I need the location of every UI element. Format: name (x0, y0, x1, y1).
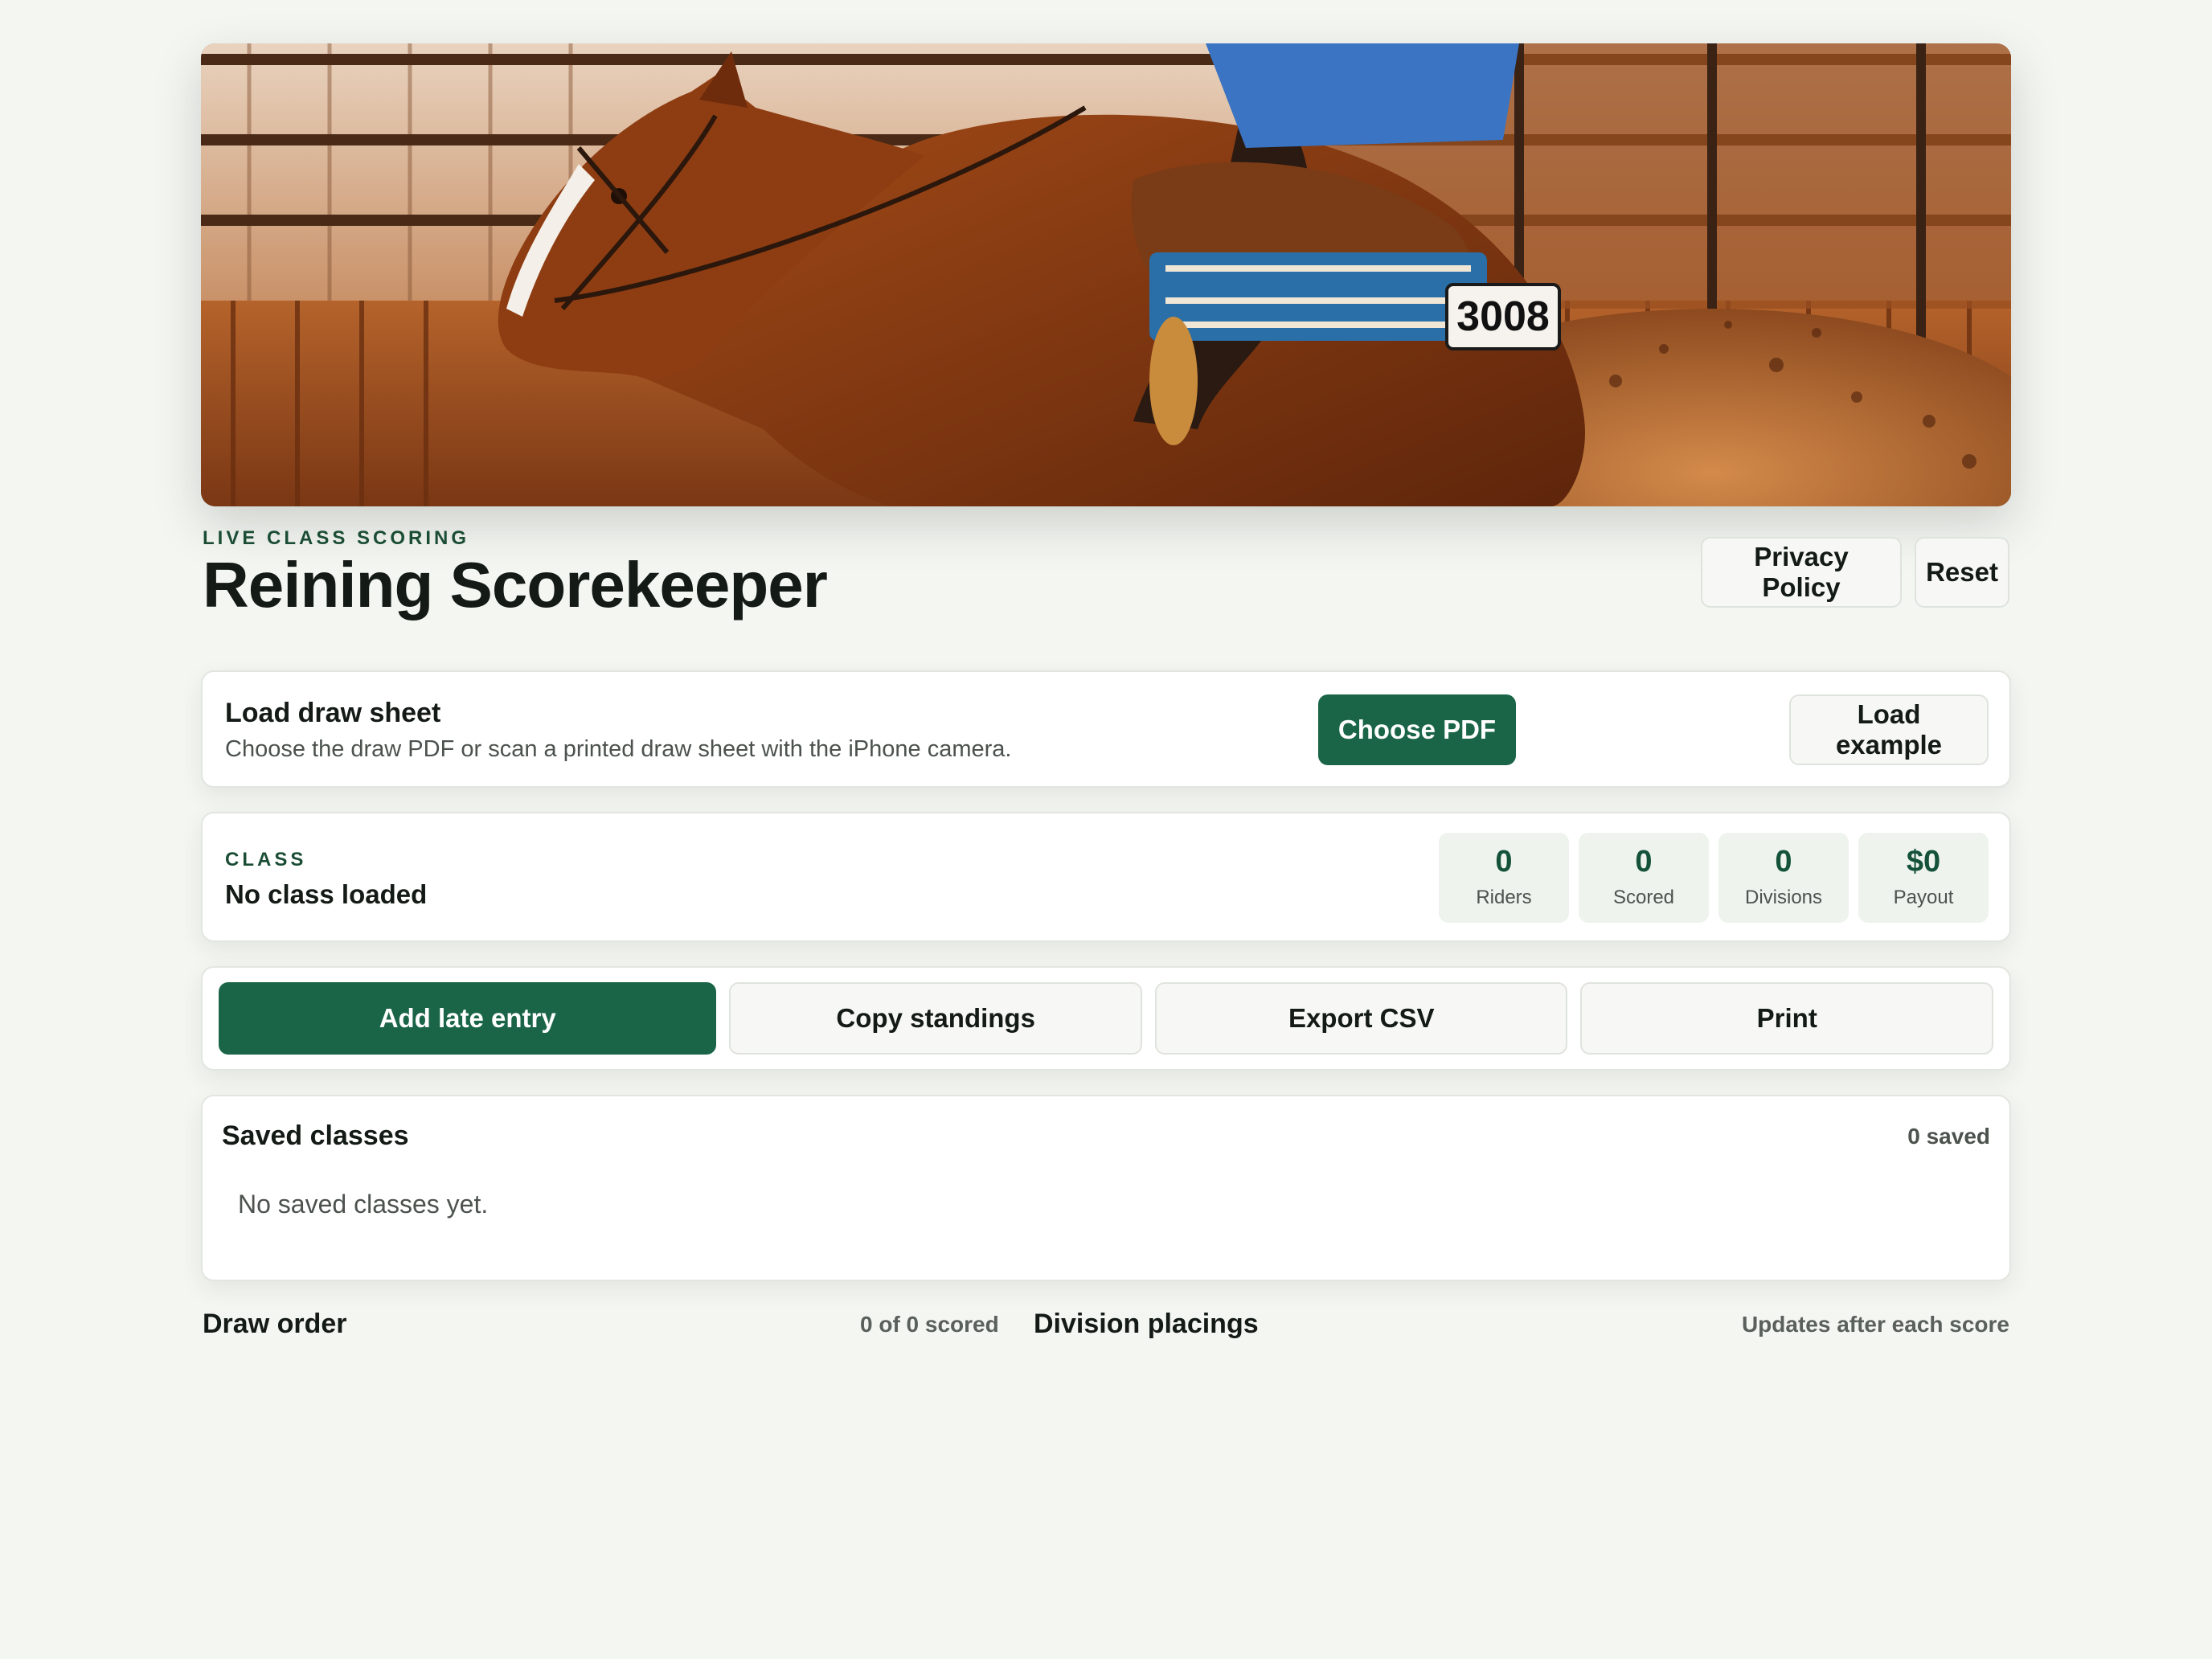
privacy-policy-button[interactable]: Privacy Policy (1701, 537, 1902, 608)
class-name: No class loaded (225, 879, 428, 909)
stat-scored: 0 Scored (1579, 833, 1709, 923)
load-draw-sheet-card: Load draw sheet Choose the draw PDF or s… (201, 670, 2011, 788)
header-actions: Privacy Policy Reset (1701, 537, 2009, 608)
stat-value: 0 (1775, 845, 1792, 879)
export-csv-button[interactable]: Export CSV (1154, 982, 1568, 1055)
page-title: Reining Scorekeeper (203, 549, 828, 621)
print-button[interactable]: Print (1580, 982, 1994, 1055)
add-late-entry-button[interactable]: Add late entry (219, 982, 717, 1055)
division-placings-meta: Updates after each score (1741, 1312, 2009, 1337)
load-title: Load draw sheet (225, 698, 441, 728)
results-headers: Draw order 0 of 0 scored Division placin… (201, 1305, 2011, 1370)
load-description: Choose the draw PDF or scan a printed dr… (225, 736, 1012, 762)
stat-label: Payout (1893, 887, 1954, 908)
saved-classes-card: Saved classes 0 saved No saved classes y… (201, 1095, 2011, 1281)
header-eyebrow: LIVE CLASS SCORING (203, 527, 470, 549)
app-container: 3008 LIVE CLASS SCORING Reining Scorekee… (201, 43, 2011, 1370)
hero-illustration: 3008 (201, 43, 2011, 506)
stat-label: Divisions (1744, 887, 1823, 908)
draw-order-title: Draw order (203, 1309, 347, 1339)
division-placings-title: Division placings (1034, 1309, 1259, 1339)
reset-button[interactable]: Reset (1915, 537, 2009, 608)
saved-classes-empty-message: No saved classes yet. (238, 1190, 489, 1219)
class-stats: 0 Riders 0 Scored 0 Divisions $0 Payout (1439, 833, 1989, 923)
stat-value: 0 (1495, 845, 1513, 879)
stat-payout: $0 Payout (1858, 833, 1989, 923)
saddle-pad-number: 3008 (1456, 293, 1550, 340)
load-example-button[interactable]: Load example (1789, 694, 1989, 765)
hero-banner: 3008 (201, 43, 2011, 506)
choose-pdf-button[interactable]: Choose PDF (1318, 694, 1516, 765)
stat-label: Scored (1612, 887, 1675, 908)
stat-value: $0 (1906, 845, 1941, 879)
class-eyebrow: CLASS (225, 849, 307, 870)
saved-classes-count: 0 saved (1907, 1124, 1990, 1149)
class-summary-card: CLASS No class loaded 0 Riders 0 Scored … (201, 812, 2011, 942)
draw-order-progress: 0 of 0 scored (860, 1312, 999, 1337)
copy-standings-button[interactable]: Copy standings (729, 982, 1142, 1055)
saved-classes-title: Saved classes (222, 1120, 409, 1151)
stat-value: 0 (1635, 845, 1653, 879)
action-bar: Add late entry Copy standings Export CSV… (201, 966, 2011, 1071)
page-header: LIVE CLASS SCORING Reining Scorekeeper P… (201, 506, 2011, 670)
stat-label: Riders (1476, 887, 1532, 908)
stat-divisions: 0 Divisions (1718, 833, 1849, 923)
stat-riders: 0 Riders (1439, 833, 1569, 923)
